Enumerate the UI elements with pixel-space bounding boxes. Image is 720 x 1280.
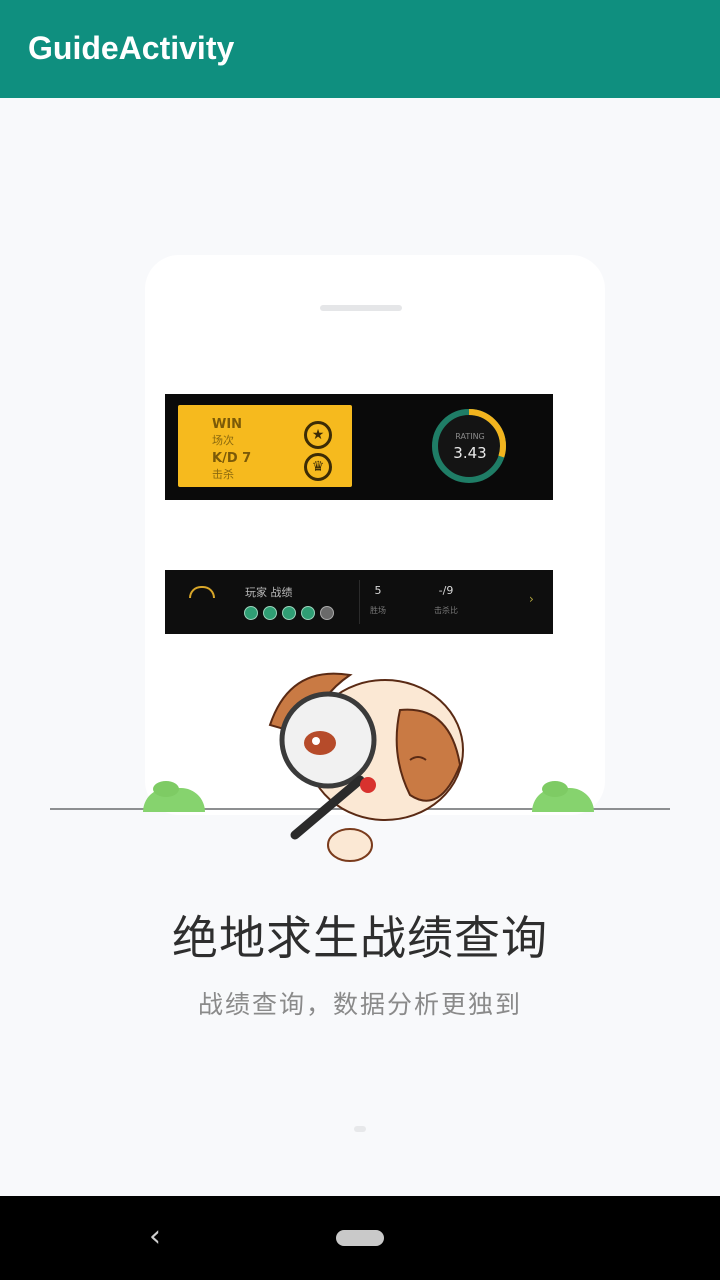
- app-title: GuideActivity: [28, 30, 235, 66]
- medal-icon: ★: [304, 421, 332, 449]
- player-stat-2-label: 击杀比: [434, 606, 458, 615]
- app-bar: GuideActivity: [0, 0, 720, 98]
- badge-icon: [263, 606, 277, 620]
- chevron-right-icon: ›: [529, 592, 534, 606]
- stat-row-1-label: 场次: [212, 434, 234, 447]
- player-stat-1-label: 胜场: [370, 606, 386, 615]
- player-stat-1-value: 5: [374, 584, 382, 597]
- phone-speaker: [320, 305, 402, 311]
- home-pill-icon[interactable]: [336, 1230, 384, 1246]
- system-nav-bar: ‹: [0, 1196, 720, 1280]
- back-icon[interactable]: ‹: [140, 1218, 170, 1256]
- helmet-logo-icon: [177, 584, 223, 614]
- player-name: 玩家 战绩: [245, 586, 293, 599]
- stat-row-2: K/D 7 击杀: [212, 451, 272, 482]
- player-stat-1: 5 胜场: [353, 584, 403, 616]
- stat-card-left-panel: WIN 场次 K/D 7 击杀 ★ ♛: [178, 405, 352, 487]
- stat-row-1: WIN 场次: [212, 417, 272, 448]
- trophy-icon: ♛: [304, 453, 332, 481]
- badge-icon: [282, 606, 296, 620]
- gauge-value: 3.43: [453, 444, 487, 462]
- badge-icon: [244, 606, 258, 620]
- stat-row-2-label: 击杀: [212, 468, 234, 481]
- guide-subline: 战绩查询，数据分析更独到: [197, 990, 522, 1019]
- stat-row-1-value: WIN: [212, 417, 243, 432]
- gauge-label: RATING: [455, 432, 485, 441]
- page-indicator: [354, 1126, 366, 1132]
- badge-icon: [301, 606, 315, 620]
- stat-card-preview: WIN 场次 K/D 7 击杀 ★ ♛ RATING 3.43: [165, 394, 553, 500]
- mascot-dog-magnifier: [268, 672, 464, 862]
- badge-row: [244, 606, 334, 620]
- badge-icon: [320, 606, 334, 620]
- guide-headline: 绝地求生战绩查询: [172, 911, 548, 965]
- stat-row-2-value: K/D 7: [212, 451, 252, 466]
- player-card-preview: 玩家 战绩 5 胜场 -/9 击杀比 ›: [165, 570, 553, 634]
- player-stat-2: -/9 击杀比: [421, 584, 471, 616]
- player-stat-2-value: -/9: [438, 584, 454, 597]
